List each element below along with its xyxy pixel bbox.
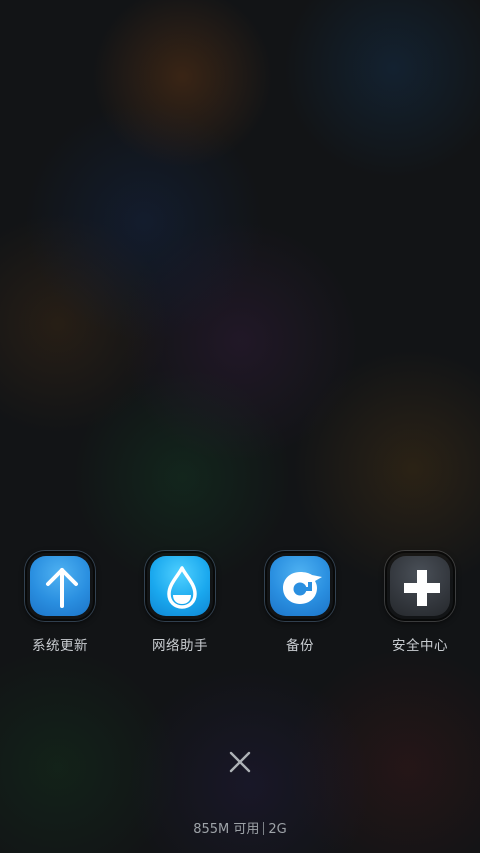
shortcut-label: 网络助手 xyxy=(152,638,208,654)
memory-separator xyxy=(263,822,265,835)
shortcut-network-assistant[interactable]: 网络助手 xyxy=(120,550,240,658)
shortcut-system-update[interactable]: 系统更新 xyxy=(0,550,120,658)
shortcut-label: 安全中心 xyxy=(392,638,448,654)
memory-status: 855M 可用 2G xyxy=(0,818,480,837)
network-assistant-tile xyxy=(145,551,215,621)
shortcut-backup[interactable]: 备份 xyxy=(240,550,360,658)
shortcut-label: 系统更新 xyxy=(32,638,88,654)
water-drop-icon xyxy=(167,566,197,609)
security-center-tile xyxy=(385,551,455,621)
close-button[interactable] xyxy=(222,744,258,780)
memory-available: 855M 可用 xyxy=(193,822,260,837)
close-icon xyxy=(229,751,251,773)
memory-total: 2G xyxy=(268,822,287,837)
system-update-tile xyxy=(25,551,95,621)
backup-cloud-icon xyxy=(283,572,322,604)
backup-tile xyxy=(265,551,335,621)
shortcut-label: 备份 xyxy=(286,638,314,654)
shortcut-security-center[interactable]: 安全中心 xyxy=(360,550,480,658)
arrow-up-icon xyxy=(46,568,78,608)
shortcut-row: 系统更新 网络助手 备份 安全中心 xyxy=(0,550,480,660)
plus-shield-icon xyxy=(404,570,440,606)
